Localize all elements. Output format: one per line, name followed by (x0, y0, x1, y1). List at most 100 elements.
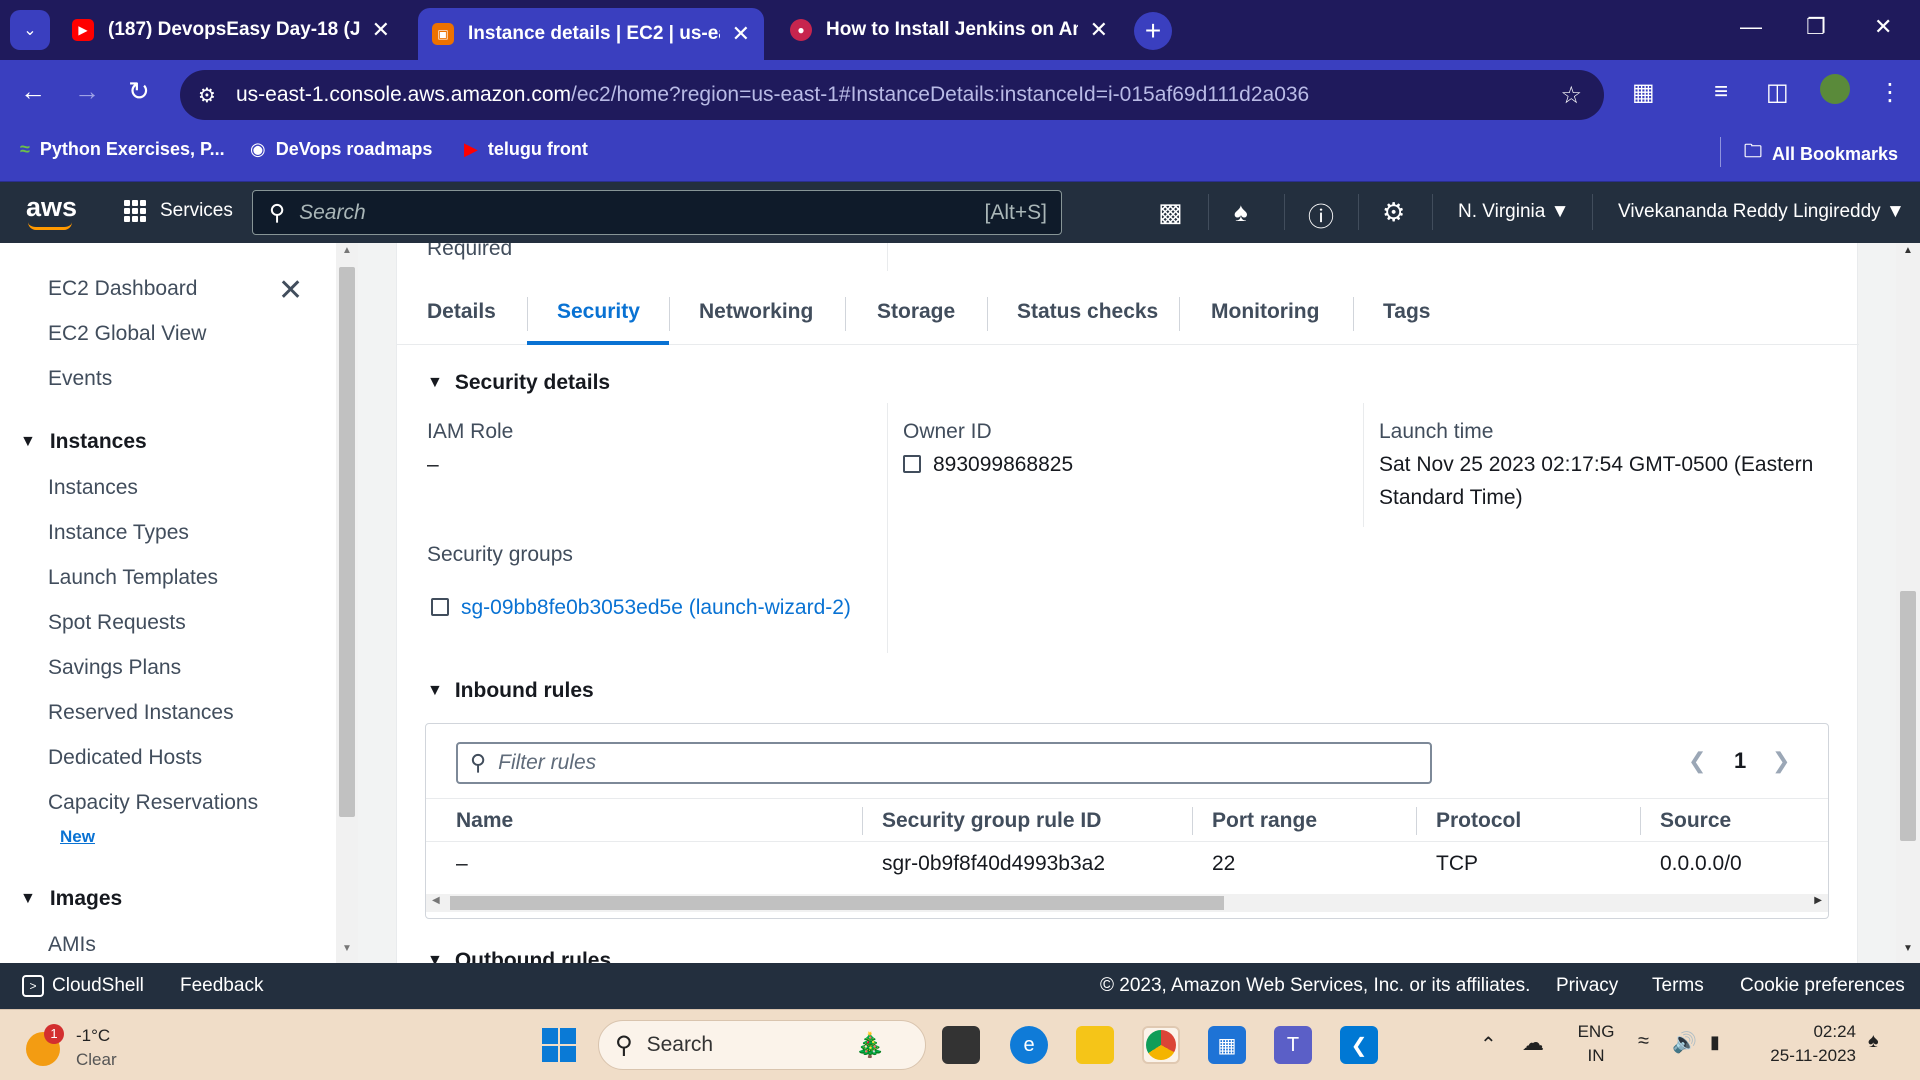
extensions-icon[interactable]: ▦ (1632, 78, 1655, 107)
close-tab-icon[interactable]: ✕ (372, 17, 390, 43)
tab-security[interactable]: Security (557, 300, 640, 324)
address-bar[interactable]: ⚙ us-east-1.console.aws.amazon.com/ec2/h… (180, 70, 1604, 120)
inbound-rules-toggle[interactable]: ▼ Inbound rules (427, 679, 594, 703)
taskbar-date[interactable]: 25-11-2023 (1760, 1046, 1856, 1066)
tab-networking[interactable]: Networking (699, 300, 813, 324)
sidebar-item-amis[interactable]: AMIs (48, 933, 96, 957)
browser-menu-icon[interactable]: ⋮ (1878, 78, 1902, 107)
minimize-icon[interactable]: — (1740, 14, 1762, 40)
table-horizontal-scrollbar[interactable]: ◀ ▶ (426, 894, 1828, 912)
column-resizer[interactable] (862, 807, 863, 835)
sidebar-section-images[interactable]: ▼ Images (20, 887, 122, 911)
wifi-icon[interactable]: ≈ (1638, 1030, 1649, 1053)
column-header-rule-id[interactable]: Security group rule ID (882, 809, 1101, 833)
security-details-toggle[interactable]: ▼ Security details (427, 371, 610, 395)
settings-gear-icon[interactable]: ⚙ (1382, 197, 1405, 228)
new-tab-button[interactable]: + (1134, 12, 1172, 50)
scroll-left-icon[interactable]: ◀ (432, 895, 440, 906)
profile-avatar[interactable] (1820, 74, 1850, 104)
browser-tab-jenkins-article[interactable]: ● How to Install Jenkins on Ama ✕ (776, 8, 1122, 52)
sidebar-section-instances[interactable]: ▼ Instances (20, 430, 147, 454)
sidebar-item-reserved-instances[interactable]: Reserved Instances (48, 701, 234, 725)
sidebar-item-capacity-reservations[interactable]: Capacity Reservations (48, 791, 258, 815)
main-scrollbar[interactable]: ▲ ▼ (1896, 243, 1920, 963)
cloudshell-button[interactable]: > CloudShell (22, 975, 144, 997)
start-button[interactable] (540, 1026, 578, 1064)
services-menu-button[interactable]: Services (124, 200, 233, 222)
previous-page-icon[interactable]: ❮ (1688, 748, 1706, 774)
tab-monitoring[interactable]: Monitoring (1211, 300, 1319, 324)
file-explorer-icon[interactable] (1076, 1026, 1114, 1064)
site-info-icon[interactable]: ⚙ (198, 83, 216, 108)
media-control-icon[interactable]: ≡ (1714, 78, 1728, 106)
sidebar-item-spot-requests[interactable]: Spot Requests (48, 611, 186, 635)
browser-tab-ec2[interactable]: ▣ Instance details | EC2 | us-east ✕ (418, 8, 764, 60)
back-icon[interactable]: ← (20, 76, 46, 107)
column-resizer[interactable] (1640, 807, 1641, 835)
volume-icon[interactable]: 🔊 (1672, 1030, 1697, 1055)
sidebar-item-ec2-global-view[interactable]: EC2 Global View (48, 322, 206, 346)
close-window-icon[interactable]: ✕ (1874, 14, 1892, 40)
vscode-icon[interactable]: ❮ (1340, 1026, 1378, 1064)
sidebar-scrollbar-thumb[interactable] (339, 267, 355, 817)
aws-search-input[interactable]: ⚲ Search [Alt+S] (252, 190, 1062, 235)
copy-icon[interactable] (431, 598, 449, 616)
region-selector[interactable]: N. Virginia ▼ (1458, 201, 1569, 223)
browser-tab-youtube[interactable]: ▶ (187) DevopsEasy Day-18 (Jenk ✕ (58, 8, 404, 52)
tab-tags[interactable]: Tags (1383, 300, 1430, 324)
table-scrollbar-thumb[interactable] (450, 896, 1224, 910)
microsoft-store-icon[interactable]: ▦ (1208, 1026, 1246, 1064)
language-indicator[interactable]: ENG (1574, 1022, 1618, 1042)
sidebar-scrollbar[interactable]: ▲ ▼ (336, 243, 358, 963)
bookmark-star-icon[interactable]: ☆ (1560, 81, 1582, 110)
task-view-icon[interactable] (942, 1026, 980, 1064)
terms-link[interactable]: Terms (1652, 975, 1704, 997)
all-bookmarks-button[interactable]: 🗀 All Bookmarks (1744, 139, 1898, 169)
scroll-down-icon[interactable]: ▼ (1903, 943, 1913, 954)
scroll-right-icon[interactable]: ▶ (1814, 895, 1822, 906)
next-page-icon[interactable]: ❯ (1772, 748, 1790, 774)
column-resizer[interactable] (1416, 807, 1417, 835)
show-hidden-icons-chevron[interactable]: ⌃ (1480, 1032, 1497, 1057)
side-panel-icon[interactable]: ◫ (1766, 78, 1789, 107)
copy-icon[interactable] (903, 455, 921, 473)
sidebar-item-events[interactable]: Events (48, 367, 112, 391)
bookmark-python-exercises[interactable]: ≈ Python Exercises, P... (20, 139, 225, 160)
sidebar-item-instances[interactable]: Instances (48, 476, 138, 500)
sidebar-item-savings-plans[interactable]: Savings Plans (48, 656, 181, 680)
sidebar-item-dedicated-hosts[interactable]: Dedicated Hosts (48, 746, 202, 770)
outbound-rules-toggle[interactable]: ▼ Outbound rules (427, 949, 611, 963)
column-header-port-range[interactable]: Port range (1212, 809, 1317, 833)
chrome-browser-icon[interactable] (1142, 1026, 1180, 1064)
privacy-link[interactable]: Privacy (1556, 975, 1618, 997)
aws-logo[interactable]: aws (26, 192, 77, 223)
scroll-down-icon[interactable]: ▼ (342, 943, 352, 954)
reload-icon[interactable]: ↻ (128, 76, 150, 107)
bookmark-telugu-front[interactable]: ▶ telugu front (464, 139, 588, 160)
column-resizer[interactable] (1192, 807, 1193, 835)
column-header-name[interactable]: Name (456, 809, 513, 833)
close-tab-icon[interactable]: ✕ (732, 21, 750, 47)
tab-details[interactable]: Details (427, 300, 496, 324)
tab-storage[interactable]: Storage (877, 300, 955, 324)
column-header-source[interactable]: Source (1660, 809, 1731, 833)
security-group-link[interactable]: sg-09bb8fe0b3053ed5e (launch-wizard-2) (461, 596, 851, 619)
bookmark-devops-roadmaps[interactable]: ◉ DeVops roadmaps (250, 139, 432, 160)
scroll-up-icon[interactable]: ▲ (1903, 245, 1913, 256)
scroll-up-icon[interactable]: ▲ (342, 245, 352, 256)
restore-icon[interactable]: ❐ (1806, 14, 1826, 40)
close-sidebar-icon[interactable]: ✕ (278, 273, 303, 308)
help-icon[interactable]: ⓘ (1308, 197, 1334, 234)
main-scrollbar-thumb[interactable] (1900, 591, 1916, 841)
current-page[interactable]: 1 (1734, 748, 1746, 774)
tab-search-button[interactable]: ⌄ (10, 10, 50, 50)
column-header-protocol[interactable]: Protocol (1436, 809, 1521, 833)
sidebar-item-instance-types[interactable]: Instance Types (48, 521, 189, 545)
filter-rules-input[interactable]: ⚲ Filter rules (456, 742, 1432, 784)
forward-icon[interactable]: → (74, 76, 100, 107)
onedrive-cloud-icon[interactable]: ☁ (1522, 1030, 1544, 1056)
sidebar-item-ec2-dashboard[interactable]: EC2 Dashboard (48, 277, 197, 301)
teams-icon[interactable]: T (1274, 1026, 1312, 1064)
tab-status-checks[interactable]: Status checks (1017, 300, 1158, 324)
notifications-icon[interactable]: ♠ (1868, 1030, 1879, 1053)
